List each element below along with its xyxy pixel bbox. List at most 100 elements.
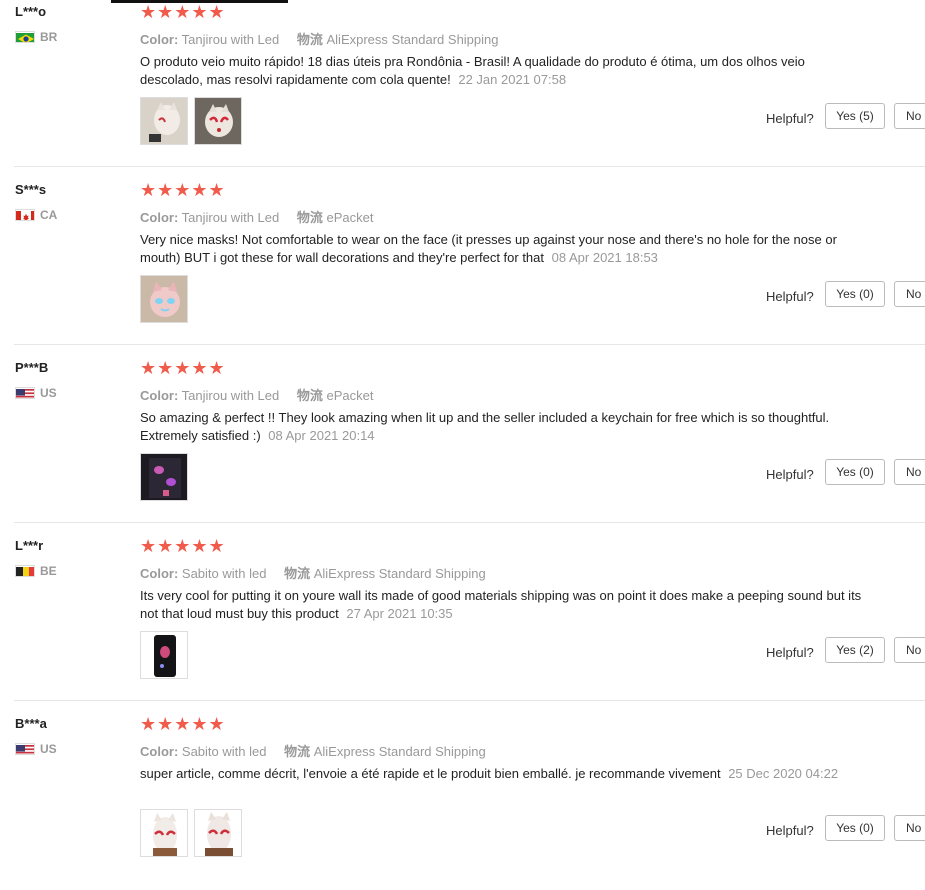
canada-flag-icon: [15, 209, 35, 221]
color-label: Color:: [140, 744, 179, 759]
color-label: Color:: [140, 32, 179, 47]
country-code: BE: [40, 564, 57, 578]
rating-stars: ★★★★★: [140, 180, 226, 200]
review-text: Very nice masks! Not comfortable to wear…: [140, 231, 870, 267]
review-photos: [140, 631, 188, 679]
belgium-flag-icon: [15, 565, 35, 577]
review-meta: Color: Sabito with led 物流 AliExpress Sta…: [140, 563, 486, 582]
review-meta: Color: Tanjirou with Led 物流 AliExpress S…: [140, 29, 499, 48]
color-label: Color:: [140, 210, 179, 225]
reviewer-name: P***B: [15, 360, 49, 375]
review-meta: Color: Tanjirou with Led 物流 ePacket: [140, 207, 373, 226]
review-date: 08 Apr 2021 18:53: [551, 250, 658, 265]
rating-stars: ★★★★★: [140, 2, 226, 22]
reviewer-country: BE: [15, 564, 57, 578]
review-date: 27 Apr 2021 10:35: [346, 606, 453, 621]
color-value: Sabito with led: [181, 744, 267, 759]
review-divider: [14, 700, 925, 701]
reviewer-name: S***s: [15, 182, 47, 197]
review-text: Its very cool for putting it on youre wa…: [140, 587, 870, 623]
review-photo-thumbnail[interactable]: [140, 97, 188, 145]
review-body: super article, comme décrit, l'envoie a …: [140, 766, 721, 781]
review-date: 25 Dec 2020 04:22: [728, 766, 839, 781]
review-text: super article, comme décrit, l'envoie a …: [140, 765, 840, 783]
review-photos: [140, 275, 188, 323]
helpful-no-button[interactable]: No: [894, 815, 925, 841]
review-divider: [14, 344, 925, 345]
review-body: Its very cool for putting it on youre wa…: [140, 588, 862, 621]
helpful-label: Helpful?: [766, 289, 814, 304]
reviewer-country: BR: [15, 30, 57, 44]
helpful-yes-button[interactable]: Yes (2): [825, 637, 885, 663]
review-divider: [14, 522, 925, 523]
review-photo-thumbnail[interactable]: [194, 809, 242, 857]
review-photo-thumbnail[interactable]: [140, 453, 188, 501]
review-item: L***o BR ★★★★★ Color: Tanjirou with Led …: [0, 0, 925, 178]
shipping-value: AliExpress Standard Shipping: [326, 32, 499, 47]
color-value: Tanjirou with Led: [181, 32, 280, 47]
color-value: Tanjirou with Led: [181, 210, 280, 225]
shipping-label: 物流: [296, 32, 323, 47]
review-photo-thumbnail[interactable]: [140, 275, 188, 323]
review-item: B***a US ★★★★★ Color: Sabito with led 物流…: [0, 712, 925, 890]
helpful-yes-button[interactable]: Yes (0): [825, 459, 885, 485]
helpful-no-button[interactable]: No: [894, 637, 925, 663]
review-photo-thumbnail[interactable]: [140, 631, 188, 679]
color-label: Color:: [140, 388, 179, 403]
usa-flag-icon: [15, 743, 35, 755]
shipping-value: ePacket: [326, 210, 374, 225]
review-photos: [140, 97, 242, 145]
helpful-no-button[interactable]: No: [894, 281, 925, 307]
reviewer-name: L***r: [15, 538, 44, 553]
review-item: S***s CA ★★★★★ Color: Tanjirou with Led …: [0, 178, 925, 356]
review-date: 22 Jan 2021 07:58: [458, 72, 567, 87]
country-code: BR: [40, 30, 58, 44]
review-meta: Color: Sabito with led 物流 AliExpress Sta…: [140, 741, 486, 760]
review-meta: Color: Tanjirou with Led 物流 ePacket: [140, 385, 373, 404]
helpful-label: Helpful?: [766, 823, 814, 838]
helpful-label: Helpful?: [766, 645, 814, 660]
helpful-label: Helpful?: [766, 467, 814, 482]
shipping-value: ePacket: [326, 388, 374, 403]
color-value: Tanjirou with Led: [181, 388, 280, 403]
reviewer-country: US: [15, 742, 57, 756]
shipping-value: AliExpress Standard Shipping: [313, 744, 486, 759]
shipping-label: 物流: [296, 210, 323, 225]
country-code: CA: [40, 208, 58, 222]
shipping-value: AliExpress Standard Shipping: [313, 566, 486, 581]
helpful-yes-button[interactable]: Yes (0): [825, 281, 885, 307]
color-value: Sabito with led: [181, 566, 267, 581]
review-item: P***B US ★★★★★ Color: Tanjirou with Led …: [0, 356, 925, 534]
review-photo-thumbnail[interactable]: [194, 97, 242, 145]
review-text: O produto veio muito rápido! 18 dias úte…: [140, 53, 870, 89]
helpful-yes-button[interactable]: Yes (5): [825, 103, 885, 129]
review-photos: [140, 809, 242, 857]
brazil-flag-icon: [15, 31, 35, 43]
helpful-label: Helpful?: [766, 111, 814, 126]
review-photos: [140, 453, 188, 501]
helpful-no-button[interactable]: No: [894, 459, 925, 485]
helpful-yes-button[interactable]: Yes (0): [825, 815, 885, 841]
rating-stars: ★★★★★: [140, 536, 226, 556]
review-date: 08 Apr 2021 20:14: [268, 428, 375, 443]
reviewer-country: US: [15, 386, 57, 400]
review-photo-thumbnail[interactable]: [140, 809, 188, 857]
usa-flag-icon: [15, 387, 35, 399]
review-body: Very nice masks! Not comfortable to wear…: [140, 232, 837, 265]
review-divider: [14, 166, 925, 167]
helpful-no-button[interactable]: No: [894, 103, 925, 129]
review-body: So amazing & perfect !! They look amazin…: [140, 410, 830, 443]
rating-stars: ★★★★★: [140, 714, 226, 734]
shipping-label: 物流: [296, 388, 323, 403]
review-item: L***r BE ★★★★★ Color: Sabito with led 物流…: [0, 534, 925, 712]
reviewer-name: B***a: [15, 716, 47, 731]
country-code: US: [40, 386, 57, 400]
shipping-label: 物流: [284, 566, 311, 581]
country-code: US: [40, 742, 57, 756]
shipping-label: 物流: [284, 744, 311, 759]
color-label: Color:: [140, 566, 179, 581]
reviewer-country: CA: [15, 208, 57, 222]
rating-stars: ★★★★★: [140, 358, 226, 378]
reviewer-name: L***o: [15, 4, 47, 19]
review-text: So amazing & perfect !! They look amazin…: [140, 409, 870, 445]
